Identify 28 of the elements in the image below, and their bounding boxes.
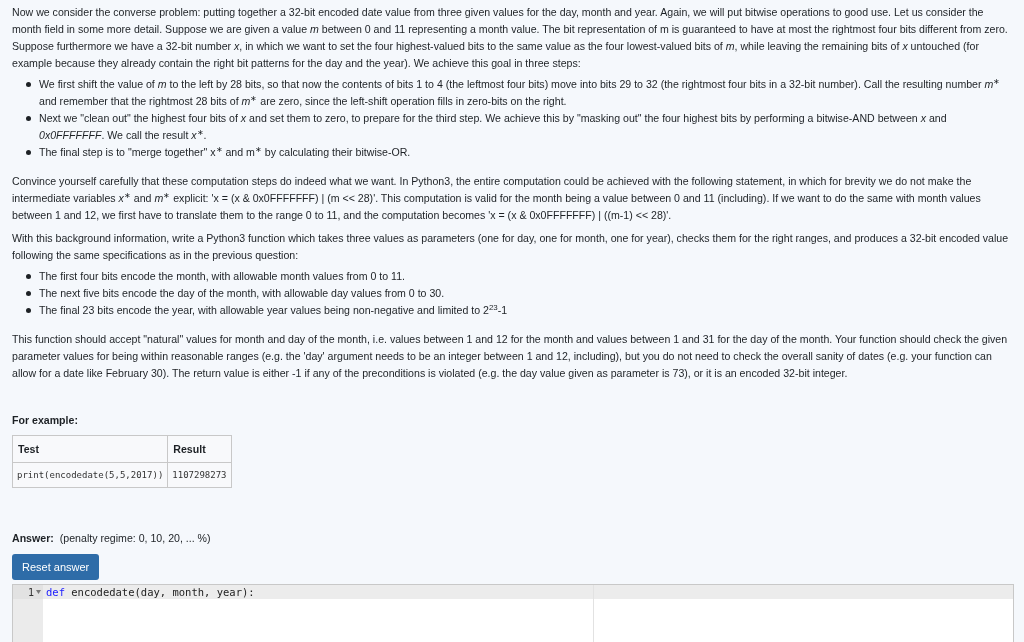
bullet-icon [26,308,31,313]
reset-button[interactable]: Reset answer [12,554,100,580]
bullet-icon [26,150,31,155]
bullet-icon [26,274,31,279]
bullet-icon [26,116,31,121]
line-number: 1 [27,585,34,600]
code-editor[interactable]: 1 def encodedate(day, month, year): [12,584,1014,642]
list-item-text: The next five bits encode the day of the month, with allowable day values from 0 to 30. [39,286,445,301]
column-header: Test [12,435,168,463]
table-cell: print(encodedate(5,5,2017)) [12,462,168,488]
column-header: Result [167,435,231,463]
bullet-icon [26,291,31,296]
paragraph: Now we consider the converse problem: putting together a 32-bit encoded date value from three given values for the day, month and year. Again, we will put bitwise operations to good use. Let us consider the month field in some more detail. Suppose we are given a value m between 0 and 11 representing a month value. The bit representation of m is guaranteed to have at most the rightmost four bits different from zero. Suppose furthermore we have a 32-bit number x, in which we want to set the four highest-valued bits to the same value as the four lowest-valued bits of m, while leaving the remaining bits of x untouched (for example because they already contain the right bit patterns for the day and the year). We achieve this goal in three steps: [12,5,1009,71]
code-line: def encodedate(day, month, year): [46,586,255,598]
bullet-icon [26,82,31,87]
list-item-text: The first four bits encode the month, with allowable month values from 0 to 11. [39,269,406,284]
answer-label: Answer: [12,531,54,546]
list-item-text: We first shift the value of m to the left by 28 bits, so that now the contents of bits 1 to 4 (the leftmost four bits) move into bits 29 to 32 (the rightmost four bits in a 32-bit number). Call the resulting number m$^{∗}$ and remember that the rightmost 28 bits of m$^{∗}$ are zero, since the left-shift operation fills in zero-bits on the right. [39,76,1002,109]
list-item-text: The final 23 bits encode the year, with allowable year values being non-negative and limited to 2$^{23}$-1 [39,302,508,318]
table-cell: 1107298273 [167,462,231,488]
fold-caret-icon [36,590,41,594]
list-item-text: The final step is to "merge together" x$^{∗}$ and m$^{∗}$ by calculating their bitwise-OR. [39,144,411,160]
paragraph: This function should accept "natural" values for month and day of the month, i.e. values between 1 and 12 for the month and values between 1 and 31 for the day of the month. Your function should check the given parameter values for being within reasonable ranges (e.g. the 'day' argument needs to be an integer between 1 and 12, including), but you do not need to check the overall sanity of dates (e.g. your function can allow for a date like February 30). The return value is either -1 if any of the preconditions is violated (e.g. the day value given as parameter is 73), or it is an encoded 32-bit integer. [12,332,1009,381]
penalty-text: (penalty regime: 0, 10, 20, ... %) [59,531,211,546]
paragraph: With this background information, write a Python3 function which takes three values as parameters (one for day, one for month, one for year), checks them for the right ranges, and produces a 32-bit encoded value following the same specifications as in the previous question: [12,231,1010,263]
example-heading: For example: [12,413,79,428]
paragraph: Convince yourself carefully that these computation steps do indeed what we want. In Python3, the entire computation could be achieved with the following statement, in which for brevity we do not make the intermediate variables x$^{∗}$ and m$^{∗}$ explicit: 'x = (x & 0x0FFFFFFF) | (m << 28)'. This computation is valid for the month being a value between 0 and 11 (including). If we want to do the same with month values between 1 and 12, we first have to translate them to the range 0 to 11, and the computation becomes 'x = (x & 0x0FFFFFFF) | ((m-1) << 28)'. [12,174,982,223]
list-item-text: Next we "clean out" the highest four bits of x and set them to zero, to prepare for the third step. We achieve this by "masking out" the four highest bits by performing a bitwise-AND between x and 0x0FFFFFFF. We call the result x$^{∗}$. [39,111,948,143]
